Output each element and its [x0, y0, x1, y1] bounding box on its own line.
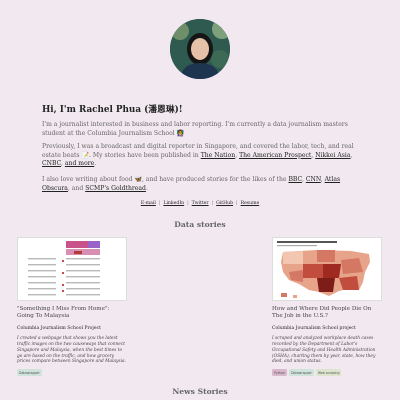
story-description: I created a webpage that shows you the l… [17, 335, 126, 365]
story-thumbnail[interactable] [272, 237, 382, 301]
resume-link[interactable]: Resume [241, 201, 260, 206]
link-separator: | [158, 201, 161, 206]
link-cnn[interactable]: CNN [306, 176, 321, 183]
tag-web-scraping: Web scraping [315, 369, 342, 377]
memo-emoji-icon: 📝 [81, 151, 89, 159]
linkedin-link[interactable]: LinkedIn [163, 201, 184, 206]
food-outlets-text: , and have produced stories for the like… [141, 176, 287, 183]
link-separator: | [211, 201, 214, 206]
published-text: . My stories have been published in [88, 151, 199, 159]
story-description: I scraped and analyzed workplace death c… [272, 335, 376, 365]
link-cnbc[interactable]: CNBC [42, 160, 61, 167]
story-tags: Python Datawrapper Web scraping [272, 369, 382, 377]
intro-paragraph: I'm a journalist interested in business … [42, 121, 360, 138]
link-american-prospect[interactable]: The American Prospect [239, 152, 311, 159]
intro-text: I'm a journalist interested in business … [42, 121, 348, 137]
story-card-workplace-deaths[interactable]: How and Where Did People Die On The Job … [272, 237, 382, 377]
link-separator: | [236, 201, 238, 206]
story-card-malaysia[interactable]: "Something I Miss From Home": Going To M… [17, 237, 127, 377]
data-stories-title: Data stories [174, 220, 226, 229]
story-subtitle: Columbia Journalism School project [272, 325, 356, 331]
link-bbc[interactable]: BBC [288, 176, 302, 183]
career-paragraph: Previously, I was a broadcast and digita… [42, 143, 354, 168]
email-link[interactable]: E-mail [141, 201, 156, 206]
story-subtitle: Columbia Journalism School Project [17, 325, 101, 331]
link-separator: | [187, 201, 189, 206]
social-links: E-mail | LinkedIn | Twitter | GitHub | Resume [0, 201, 400, 206]
tag-datawrapper: Datawrapper [17, 369, 42, 377]
story-title[interactable]: "Something I Miss From Home": Going To M… [17, 306, 127, 321]
story-title[interactable]: How and Where Did People Die On The Job … [272, 306, 382, 321]
twitter-link[interactable]: Twitter [192, 201, 209, 206]
github-link[interactable]: GitHub [216, 201, 233, 206]
news-stories-title: News Stories [172, 387, 228, 396]
food-text: I also love writing about food [42, 176, 133, 183]
tag-python: Python [272, 369, 288, 377]
food-paragraph: I also love writing about food 🦋, and ha… [42, 176, 341, 192]
link-the-nation[interactable]: The Nation [201, 152, 236, 159]
story-thumbnail[interactable] [17, 237, 127, 301]
story-tags: Datawrapper [17, 369, 127, 377]
tag-datawrapper: Datawrapper [289, 369, 314, 377]
link-and-more[interactable]: and more [65, 160, 94, 167]
greeting-heading: Hi, I'm Rachel Phua (潘恩琳)! [42, 105, 183, 115]
avatar [170, 19, 230, 79]
link-goldthread[interactable]: SCMP's Goldthread [85, 185, 146, 192]
link-nikkei-asia[interactable]: Nikkei Asia [315, 152, 350, 159]
teacher-emoji-icon: 👩‍🏫 [176, 129, 185, 137]
butterfly-emoji-icon: 🦋 [134, 176, 142, 183]
